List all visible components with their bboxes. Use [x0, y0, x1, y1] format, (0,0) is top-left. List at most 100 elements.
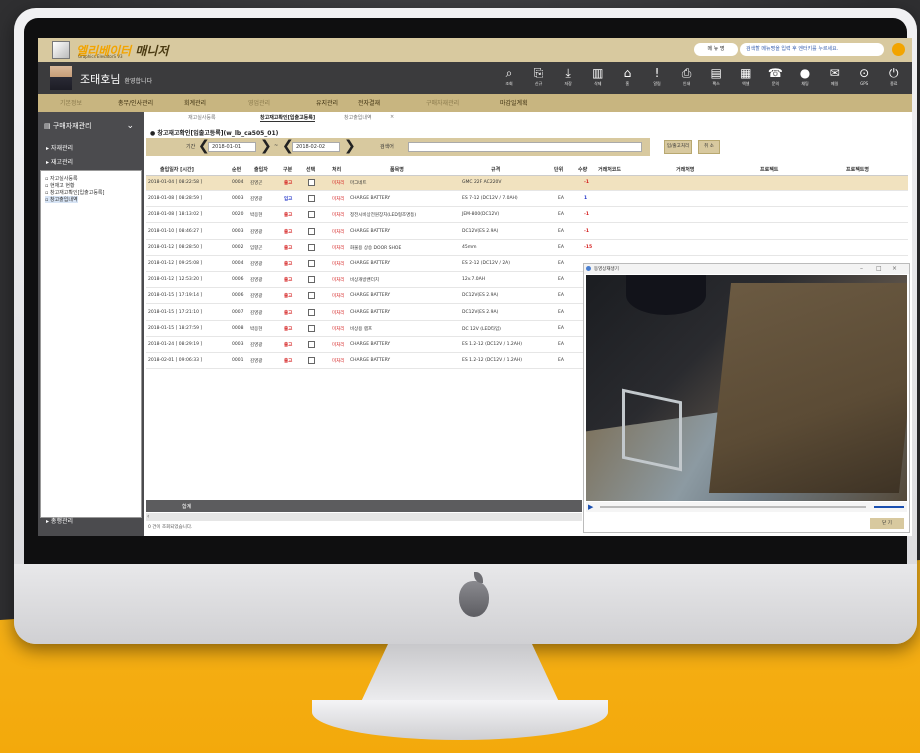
toolbar-fax-button[interactable]: ▤ 팩스 — [703, 65, 729, 93]
cell-action: 미처리 — [332, 213, 345, 219]
sidebar-bottom-section[interactable]: ▸ 총행관리 — [38, 512, 144, 532]
volume-slider[interactable] — [874, 506, 904, 508]
play-icon[interactable]: ▶ — [588, 502, 593, 512]
toolbar-print-button[interactable]: ⎙ 인쇄 — [674, 65, 700, 93]
minimize-icon[interactable]: – — [860, 265, 863, 272]
date-to-input[interactable]: 2018-02-02 — [292, 142, 340, 152]
menu-go-button[interactable] — [892, 43, 905, 56]
cell-unit: EA — [558, 228, 564, 234]
cancel-button[interactable]: 취 소 — [698, 140, 720, 154]
menu-search-label[interactable]: 메 뉴 명 — [694, 43, 738, 56]
toolbar-power-button[interactable]: ⏻ 종료 — [881, 65, 907, 93]
sidebar-section-material[interactable]: ▸ 자재관리 — [38, 142, 144, 156]
tree-item-stocktake[interactable]: ▫ 자고실사등록 — [45, 175, 78, 182]
column-header[interactable]: 선택 — [306, 166, 315, 173]
column-header[interactable]: 순번 — [232, 166, 241, 173]
tree-item-warehouse-history[interactable]: ▫ 창고출입내역 — [45, 196, 78, 203]
cell-date: 2018-01-24 [ 08:29:19 ] — [148, 342, 203, 347]
toolbar-home-button[interactable]: ⌂ 홈 — [614, 65, 640, 93]
sidebar-header[interactable]: ▤ 구매자재관리 ⌄ — [38, 118, 144, 134]
cell-action: 미처리 — [332, 294, 345, 300]
table-row[interactable]: 2018-01-04 [ 08:22:58 ] 0004 김영곤 출고 미처리 마그네트 G… — [146, 176, 908, 191]
column-header[interactable]: 단위 — [554, 166, 563, 173]
table-row[interactable]: 2018-01-10 [ 08:46:27 ] 0003 김영광 출고 미처리 CHARG… — [146, 224, 908, 240]
nav-item[interactable]: 마감일계획 — [500, 98, 528, 107]
video-frame[interactable] — [586, 275, 907, 501]
toolbar-alert-button[interactable]: ! 알림 — [644, 65, 670, 93]
cell-unit: EA — [558, 261, 564, 266]
toolbar-chat-button[interactable]: ● 채팅 — [792, 65, 818, 93]
column-header[interactable]: 거래처코드 — [598, 166, 621, 173]
scroll-left-icon[interactable]: ‹ — [147, 513, 149, 521]
row-checkbox[interactable] — [308, 276, 315, 284]
cell-unit: EA — [558, 212, 564, 218]
nav-item[interactable]: 영업관리 — [248, 98, 270, 107]
column-header[interactable]: 구분 — [283, 166, 292, 173]
location-icon: ⊙ — [859, 66, 870, 80]
cell-type: 출고 — [284, 326, 293, 332]
menu-search-input[interactable]: 검색할 메뉴명을 입력 후 엔터키를 누르세요. — [740, 43, 884, 56]
seek-bar[interactable] — [600, 506, 866, 508]
chevron-down-icon[interactable]: ⌄ — [126, 118, 134, 134]
table-row[interactable]: 2018-01-12 [ 08:28:50 ] 0002 임향곤 출고 미처리 화물용 상… — [146, 240, 908, 256]
column-header[interactable]: 처리 — [332, 166, 341, 173]
toolbar-new-button[interactable]: ⎘ 신규 — [526, 65, 552, 93]
row-checkbox[interactable] — [308, 227, 315, 235]
date-from-input[interactable]: 2018-01-01 — [208, 142, 256, 152]
column-header[interactable]: 출입일자 [시간] — [160, 166, 194, 173]
tab-warehouse-history[interactable]: 창고출입내역 — [344, 114, 372, 121]
nav-item[interactable]: 전자결재 — [358, 98, 380, 107]
table-row[interactable]: 2018-01-08 [ 08:28:59 ] 0003 김영광 입고 미처리 CHARG… — [146, 192, 908, 208]
close-button[interactable]: 닫 기 — [870, 518, 904, 529]
tab-warehouse-check[interactable]: 창고재고확인[입출고등록] — [260, 114, 316, 122]
toolbar-trash-button[interactable]: ▥ 삭제 — [585, 65, 611, 93]
toolbar-location-button[interactable]: ⊙ GPS — [851, 65, 877, 93]
row-checkbox[interactable] — [308, 211, 315, 219]
row-checkbox[interactable] — [308, 308, 315, 316]
tab-stocktake[interactable]: 재고실사등록 — [188, 114, 216, 121]
chevron-right-icon[interactable]: ❯ — [260, 139, 272, 153]
column-header[interactable]: 규격 — [491, 166, 500, 173]
row-checkbox[interactable] — [308, 179, 315, 186]
horizontal-scrollbar[interactable]: ‹ — [146, 513, 582, 521]
row-checkbox[interactable] — [308, 243, 315, 251]
nav-item[interactable]: 구매자재관리 — [426, 98, 459, 107]
toolbar-phone-button[interactable]: ☎ 문의 — [762, 65, 788, 93]
sidebar-section-stock[interactable]: ▸ 재고관리 — [38, 156, 144, 170]
row-checkbox[interactable] — [308, 357, 315, 365]
maximize-icon[interactable]: □ — [876, 265, 882, 272]
row-checkbox[interactable] — [308, 195, 315, 203]
column-header[interactable]: 출입자 — [254, 166, 268, 173]
column-header[interactable]: 수량 — [578, 166, 587, 173]
table-row[interactable]: 2018-01-08 [ 18:13:02 ] 0020 박응현 출고 미처리 정전시비상… — [146, 208, 908, 224]
column-header[interactable]: 거래처명 — [676, 166, 694, 173]
row-checkbox[interactable] — [308, 260, 315, 267]
tree-item-warehouse-check[interactable]: ▫ 창고재고확인[입출고등록] — [45, 189, 105, 196]
chevron-right-icon[interactable]: ❯ — [344, 139, 356, 153]
nav-item[interactable]: 기본정보 — [60, 98, 82, 107]
toolbar-save-button[interactable]: ⤓ 저장 — [555, 65, 581, 93]
toolbar-excel-button[interactable]: ▦ 엑셀 — [733, 65, 759, 93]
cell-type: 입고 — [284, 197, 293, 203]
column-header[interactable]: 품목명 — [390, 166, 404, 173]
nav-item[interactable]: 유지관리 — [316, 98, 338, 107]
search-input[interactable] — [408, 142, 642, 152]
inout-process-button[interactable]: 입/출고처리 — [664, 140, 692, 154]
nav-item[interactable]: 회계관리 — [184, 98, 206, 107]
cell-user: 김영곤 — [250, 181, 263, 186]
toolbar-mail-button[interactable]: ✉ 메일 — [822, 65, 848, 93]
toolbar-search-button[interactable]: ⌕ 조회 — [496, 65, 522, 93]
close-icon[interactable]: × — [390, 114, 394, 120]
top-bar: 엘리베이터 매니저 Graphics ElevatorS V3 메 뉴 명 검색… — [38, 38, 912, 62]
column-header[interactable]: 프로젝트 — [760, 166, 778, 173]
row-checkbox[interactable] — [308, 324, 315, 332]
tree-item-current-stock[interactable]: ▫ 현재고 현황 — [45, 182, 75, 189]
cell-user: 김영광 — [250, 294, 263, 300]
row-checkbox[interactable] — [308, 341, 315, 348]
user-name: 조태호님 — [80, 73, 121, 86]
column-header[interactable]: 프로젝트명 — [846, 166, 869, 173]
close-icon[interactable]: × — [892, 265, 897, 272]
nav-item[interactable]: 총무/인사관리 — [118, 98, 153, 107]
cell-item: CHARGE BATTERY — [350, 342, 391, 347]
row-checkbox[interactable] — [308, 292, 315, 300]
